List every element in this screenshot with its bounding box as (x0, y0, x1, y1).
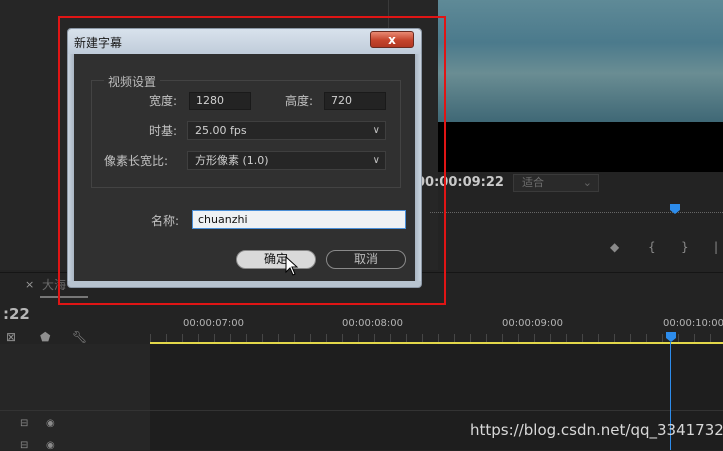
marker-icon[interactable]: ◆ (610, 240, 619, 254)
program-mini-ruler[interactable] (430, 212, 723, 214)
track-output-icon[interactable]: ⊟ (20, 440, 28, 451)
program-monitor-video (438, 0, 723, 122)
track-divider (0, 410, 723, 411)
go-to-in-icon[interactable]: | (714, 240, 718, 254)
marker-icon[interactable]: ⬟ (40, 330, 50, 344)
ruler-label: 00:00:07:00 (183, 318, 245, 329)
mark-in-icon[interactable]: { (648, 240, 656, 254)
eye-icon[interactable]: ◉ (46, 440, 55, 451)
eye-icon[interactable]: ◉ (46, 418, 55, 429)
ruler-label: 00:00:08:00 (342, 318, 404, 329)
track-headers (0, 344, 150, 450)
fit-label: 适合 (522, 176, 544, 189)
ruler-label: 00:00:09:00 (502, 318, 564, 329)
fit-dropdown[interactable]: 适合 ⌄ (513, 174, 599, 192)
snap-icon[interactable]: ⊠ (6, 330, 16, 344)
mark-out-icon[interactable]: } (681, 240, 689, 254)
program-monitor-letterbox (438, 122, 723, 172)
close-icon[interactable]: × (25, 278, 34, 291)
ruler-label: 00:00:10:00 (663, 318, 723, 329)
chevron-down-icon: ⌄ (582, 176, 592, 189)
work-area-bar[interactable] (150, 342, 723, 344)
watermark: https://blog.csdn.net/qq_33417321 (470, 421, 723, 439)
track-output-icon[interactable]: ⊟ (20, 418, 28, 429)
highlight-box (58, 16, 446, 305)
wrench-icon[interactable]: 🔧︎ (72, 330, 87, 344)
timeline-current-time[interactable]: :22 (3, 305, 30, 323)
